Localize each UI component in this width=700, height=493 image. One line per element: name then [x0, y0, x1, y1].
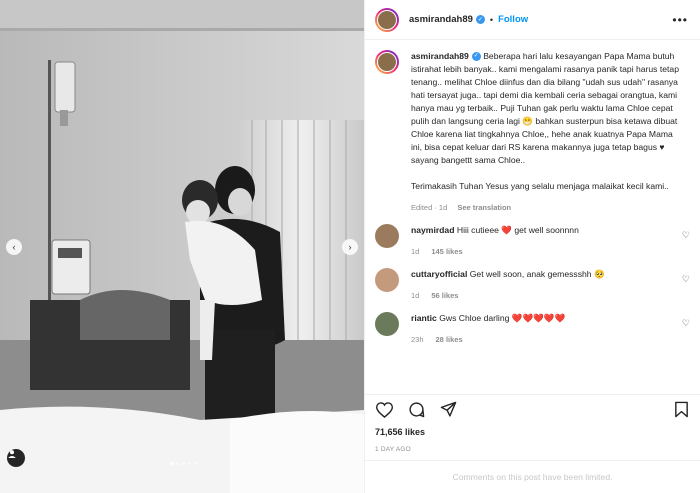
post-photo[interactable]: ‹ › — [0, 0, 364, 493]
caption-username[interactable]: asmirandah89 — [411, 51, 469, 61]
verified-badge-icon: ✓ — [475, 15, 485, 24]
post-header: asmirandah89 ✓ • Follow ••• — [365, 0, 700, 40]
separator: • — [489, 14, 494, 25]
comment-username[interactable]: riantic — [411, 313, 437, 323]
comment-icon[interactable] — [407, 401, 425, 419]
comment-like-icon[interactable]: ♡ — [682, 318, 690, 329]
caption-text-2: Terimakasih Tuhan Yesus yang selalu menj… — [411, 181, 669, 191]
carousel-dot — [170, 462, 173, 465]
comment-item: riantic Gws Chloe darling ❤️❤️❤️❤️❤️ 23h… — [365, 302, 700, 346]
carousel-indicator — [170, 462, 197, 465]
caption-text: Beberapa hari lalu kesayangan Papa Mama … — [411, 51, 682, 165]
comment-likes[interactable]: 145 likes — [431, 247, 462, 256]
comment-text: Get well soon, anak gemessshh 🥺 — [469, 269, 605, 279]
comment-text: Hiii cutieee ❤️ get well soonnnn — [456, 225, 579, 235]
user-tag-icon[interactable] — [7, 449, 25, 467]
comment-username[interactable]: cuttaryofficial — [411, 269, 467, 279]
post-caption: asmirandah89 ✓ Beberapa hari lalu kesayan… — [365, 40, 700, 214]
see-translation-link[interactable]: See translation — [457, 203, 511, 212]
more-options-icon[interactable]: ••• — [672, 13, 688, 27]
photo-image — [0, 0, 364, 493]
comment-likes[interactable]: 56 likes — [431, 291, 458, 300]
bookmark-icon[interactable] — [672, 401, 690, 419]
carousel-dot — [176, 462, 179, 465]
comment-like-icon[interactable]: ♡ — [682, 274, 690, 285]
heart-icon[interactable] — [375, 401, 393, 419]
next-photo-button[interactable]: › — [342, 239, 358, 255]
comments-section[interactable]: asmirandah89 ✓ Beberapa hari lalu kesayan… — [365, 40, 700, 394]
action-bar — [365, 394, 700, 424]
caption-avatar[interactable] — [375, 50, 399, 74]
comments-limited-notice: Comments on this post have been limited. — [365, 460, 700, 493]
author-avatar[interactable] — [375, 7, 399, 32]
post-date: 1 DAY AGO — [375, 446, 411, 453]
carousel-dot — [194, 462, 197, 465]
author-username[interactable]: asmirandah89 — [409, 14, 473, 25]
edited-time: Edited · 1d — [411, 203, 448, 212]
comment-username[interactable]: naymirdad — [411, 225, 454, 235]
comment-likes[interactable]: 28 likes — [436, 335, 463, 344]
commenter-avatar[interactable] — [375, 268, 399, 292]
like-count[interactable]: 71,656 likes — [375, 427, 425, 437]
follow-button[interactable]: Follow — [498, 14, 528, 25]
comment-text: Gws Chloe darling ❤️❤️❤️❤️❤️ — [439, 313, 566, 323]
carousel-dot — [188, 462, 191, 465]
comment-time: 1d — [411, 291, 420, 300]
comment-time: 1d — [411, 247, 420, 256]
verified-badge-icon: ✓ — [471, 52, 481, 62]
caption-meta: Edited · 1d See translation — [411, 201, 681, 214]
comment-item: naymirdad Hiii cutieee ❤️ get well soonn… — [365, 214, 700, 258]
instagram-post-modal: ‹ › asmirandah89 ✓ • Follow ••• asmirand… — [0, 0, 700, 493]
caption-text-block: asmirandah89 ✓ Beberapa hari lalu kesayan… — [411, 50, 681, 167]
comment-item: cuttaryofficial Get well soon, anak geme… — [365, 258, 700, 302]
carousel-dot — [182, 462, 185, 465]
comment-time: 23h — [411, 335, 424, 344]
commenter-avatar[interactable] — [375, 224, 399, 248]
share-icon[interactable] — [439, 401, 457, 419]
comment-like-icon[interactable]: ♡ — [682, 230, 690, 241]
post-side-panel: asmirandah89 ✓ • Follow ••• asmirandah89… — [364, 0, 700, 493]
commenter-avatar[interactable] — [375, 312, 399, 336]
previous-photo-button[interactable]: ‹ — [6, 239, 22, 255]
